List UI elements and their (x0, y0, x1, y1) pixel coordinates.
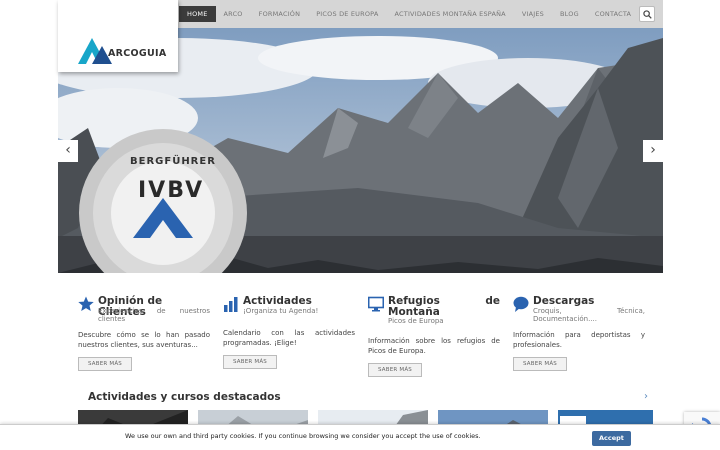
feature-description: Información para deportistas y profesion… (513, 331, 645, 349)
saber-mas-button[interactable]: SABER MÁS (78, 357, 132, 371)
feature-description: Descubre cómo se lo han pasado nuestros … (78, 331, 210, 349)
nav-item-actividades-montana[interactable]: ACTIVIDADES MONTAÑA ESPAÑA (387, 6, 514, 22)
nav-item-picos-de-europa[interactable]: PICOS DE EUROPA (308, 6, 386, 22)
saber-mas-button[interactable]: SABER MÁS (513, 357, 567, 371)
featured-next-arrow[interactable]: › (644, 391, 648, 402)
nav-item-arco[interactable]: ARCO (216, 6, 251, 22)
nav-item-home[interactable]: HOME (179, 6, 216, 22)
page: ARCOGUIA HOME ARCO FORMACIÓN PICOS DE EU… (58, 0, 663, 450)
features-row: Opinión de Clientes Experiencias de nues… (78, 296, 645, 377)
nav-item-formacion[interactable]: FORMACIÓN (251, 6, 309, 22)
accept-cookies-button[interactable]: Accept (592, 431, 631, 446)
featured-section-title: Actividades y cursos destacados (88, 391, 281, 403)
feature-title: Actividades (243, 295, 312, 307)
star-icon (78, 296, 94, 311)
feature-description: Calendario con las actividades programad… (223, 329, 355, 347)
slider-prev-arrow[interactable]: ‹ (58, 140, 78, 162)
cookie-text: We use our own and third party cookies. … (125, 432, 481, 440)
feature-title: Refugios de Montaña (388, 295, 500, 318)
feature-opinion: Opinión de Clientes Experiencias de nues… (78, 296, 210, 371)
feature-subtitle: Croquis, Técnica, Documentación.... (533, 307, 645, 323)
monitor-icon (368, 296, 384, 312)
feature-actividades: Actividades ¡Organiza tu Agenda! Calenda… (223, 296, 355, 369)
nav-item-blog[interactable]: BLOG (552, 6, 587, 22)
feature-refugios: Refugios de Montaña Picos de Europa Info… (368, 296, 500, 377)
slider-next-arrow[interactable]: › (643, 140, 663, 162)
bar-chart-icon (224, 297, 238, 312)
search-icon (643, 10, 652, 19)
badge-top-text: BERGFÜHRER (130, 156, 216, 167)
nav-item-contacta[interactable]: CONTACTA (587, 6, 639, 22)
main-nav: HOME ARCO FORMACIÓN PICOS DE EUROPA ACTI… (176, 0, 663, 28)
logo[interactable]: ARCOGUIA (58, 0, 178, 72)
logo-text: ARCOGUIA (108, 48, 167, 59)
feature-descargas: Descargas Croquis, Técnica, Documentació… (513, 296, 645, 371)
badge-center-text: IVBV (138, 178, 205, 203)
saber-mas-button[interactable]: SABER MÁS (368, 363, 422, 377)
nav-item-viajes[interactable]: VIAJES (514, 6, 552, 22)
cookie-bar: We use our own and third party cookies. … (0, 424, 720, 450)
mountain-logo-icon (78, 38, 112, 64)
saber-mas-button[interactable]: SABER MÁS (223, 355, 277, 369)
search-button[interactable] (639, 6, 655, 22)
feature-subtitle: Experiencias de nuestros clientes (98, 307, 210, 323)
feature-description: Información sobre los refugios de Picos … (368, 337, 500, 355)
chat-bubble-icon (513, 296, 529, 312)
feature-title: Descargas (533, 295, 595, 307)
feature-subtitle: Picos de Europa (388, 317, 444, 325)
feature-subtitle: ¡Organiza tu Agenda! (243, 307, 319, 315)
